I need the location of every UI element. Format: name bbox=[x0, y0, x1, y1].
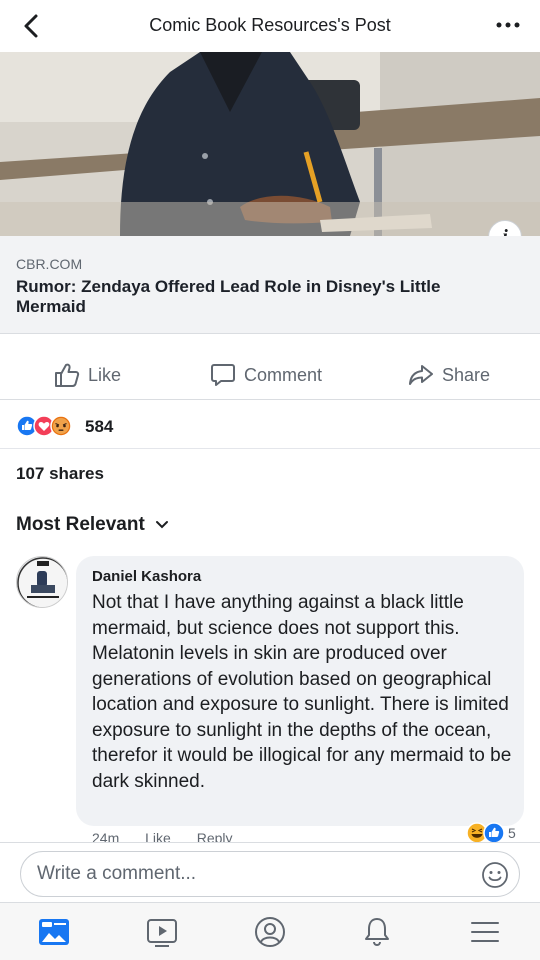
share-label: Share bbox=[442, 364, 491, 385]
comment-sort-label: Most Relevant bbox=[16, 514, 145, 535]
link-domain: CBR.COM bbox=[16, 256, 83, 272]
chevron-down-icon bbox=[155, 521, 168, 529]
comment-text: Not that I have anything against a black… bbox=[92, 592, 512, 792]
share-button[interactable]: Share bbox=[408, 362, 490, 388]
comment-icon bbox=[211, 364, 235, 386]
link-title[interactable]: Rumor: Zendaya Offered Lead Role in Disn… bbox=[16, 277, 496, 317]
link-card[interactable]: CBR.COM Rumor: Zendaya Offered Lead Role… bbox=[0, 236, 540, 334]
watch-icon[interactable] bbox=[145, 915, 179, 949]
reaction-icons bbox=[16, 415, 80, 437]
like-button[interactable]: Like bbox=[54, 362, 121, 388]
menu-icon[interactable] bbox=[468, 915, 502, 949]
comment-bubble[interactable]: Daniel Kashora Not that I have anything … bbox=[76, 556, 524, 826]
comment-label: Comment bbox=[244, 364, 323, 385]
comment-sort-dropdown[interactable]: Most Relevant bbox=[16, 514, 169, 536]
link-preview-image[interactable] bbox=[0, 52, 540, 236]
share-icon bbox=[409, 365, 433, 385]
news-feed-icon[interactable] bbox=[37, 915, 71, 949]
like-label: Like bbox=[88, 364, 122, 385]
post-actions: Like Comment Share bbox=[0, 350, 540, 400]
bottom-tab-bar bbox=[0, 902, 540, 960]
thumbs-up-icon bbox=[55, 363, 80, 387]
profile-icon[interactable] bbox=[253, 915, 287, 949]
comment-reactions[interactable]: 5 bbox=[466, 822, 516, 844]
comment-button[interactable]: Comment bbox=[210, 362, 322, 388]
comment-composer bbox=[0, 842, 540, 902]
emoji-icon[interactable] bbox=[481, 861, 509, 889]
angry-reaction-icon bbox=[50, 415, 72, 437]
shares-count[interactable]: 107 shares bbox=[16, 464, 104, 484]
avatar[interactable] bbox=[16, 556, 68, 608]
reaction-count: 584 bbox=[85, 417, 114, 436]
page-title: Comic Book Resources's Post bbox=[149, 15, 391, 35]
comment-input[interactable] bbox=[37, 860, 457, 888]
like-reaction-icon bbox=[483, 822, 505, 844]
notifications-icon[interactable] bbox=[360, 915, 394, 949]
comment-reaction-count: 5 bbox=[508, 825, 516, 841]
top-bar: Comic Book Resources's Post bbox=[0, 0, 540, 52]
comment-input-box[interactable] bbox=[20, 851, 520, 897]
comment-author[interactable]: Daniel Kashora bbox=[92, 568, 201, 585]
reactions-summary[interactable]: 584 bbox=[0, 401, 540, 449]
more-dots-icon[interactable] bbox=[492, 10, 524, 40]
